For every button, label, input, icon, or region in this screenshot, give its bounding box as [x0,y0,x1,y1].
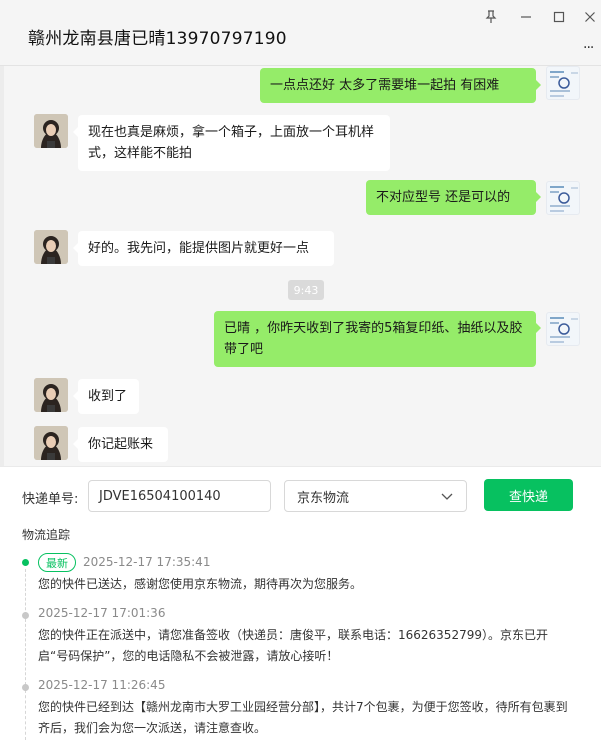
message-bubble-received[interactable]: 现在也真是麻烦，拿一个箱子，上面放一个耳机样式，这样能不能拍 [73,115,390,171]
contact-avatar[interactable] [34,426,68,460]
my-avatar[interactable] [546,66,580,100]
query-tracking-button[interactable]: 查快递 [484,479,573,511]
contact-avatar[interactable] [34,230,68,264]
message-bubble-sent[interactable]: 已晴 ，你昨天收到了我寄的5箱复印纸、抽纸以及胶带了吧 [214,311,541,367]
more-options-icon[interactable]: ... [583,36,594,52]
maximize-icon[interactable] [544,6,574,28]
contact-avatar[interactable] [34,378,68,412]
message-bubble-sent[interactable]: 一点点还好 太多了需要堆一起拍 有困难 [260,68,541,103]
timeline-line [25,619,26,685]
tracking-number-label: 快递单号: [22,492,79,507]
carrier-select[interactable]: 京东物流 [284,480,467,512]
timeline-dot [22,612,29,619]
event-time: 2025-12-17 11:26:45 [38,678,166,692]
latest-badge: 最新 [38,553,76,572]
event-time: 2025-12-17 17:01:36 [38,606,166,620]
timeline-line [25,569,26,615]
event-description: 您的快件已经到达【赣州龙南市大罗工业园经营分部】，共计7个包裹，为便于您签收，待… [38,700,568,735]
event-description: 您的快件正在派送中，请您准备签收（快递员：唐俊平，联系电话：1662635279… [38,628,548,663]
close-icon[interactable] [575,6,601,28]
my-avatar[interactable] [546,312,580,346]
minimize-icon[interactable] [511,6,541,28]
message-bubble-sent[interactable]: 不对应型号 还是可以的 [366,180,541,215]
contact-avatar[interactable] [34,114,68,148]
tracking-section-title: 物流追踪 [22,528,71,542]
tracking-number-input[interactable]: JDVE16504100140 [88,480,271,512]
carrier-select-value: 京东物流 [297,490,350,506]
chat-area[interactable]: 一点点还好 太多了需要堆一起拍 有困难 现在也真是麻烦，拿一个箱子，上面放一个耳… [0,66,601,466]
timeline-dot-latest [22,559,29,566]
message-bubble-received[interactable]: 收到了 [73,379,139,414]
scrollbar[interactable] [0,66,4,466]
message-bubble-received[interactable]: 好的。我先问，能提供图片就更好一点 [73,231,334,266]
time-divider: 9:43 [288,280,324,300]
event-description: 您的快件已送达，感谢您使用京东物流，期待再次为您服务。 [38,577,363,591]
event-time: 2025-12-17 17:35:41 [83,555,211,569]
chevron-down-icon [441,493,453,500]
tracking-panel: 快递单号: JDVE16504100140 京东物流 查快递 物流追踪 最新 2… [0,466,601,756]
my-avatar[interactable] [546,181,580,215]
pin-icon[interactable] [476,6,506,28]
title-bar: 赣州龙南县唐已晴13970797190 ... [0,0,601,66]
timeline-line [25,690,26,740]
message-bubble-received[interactable]: 你记起账来 [73,427,168,462]
timeline-dot [22,684,29,691]
chat-title: 赣州龙南县唐已晴13970797190 [28,29,287,49]
